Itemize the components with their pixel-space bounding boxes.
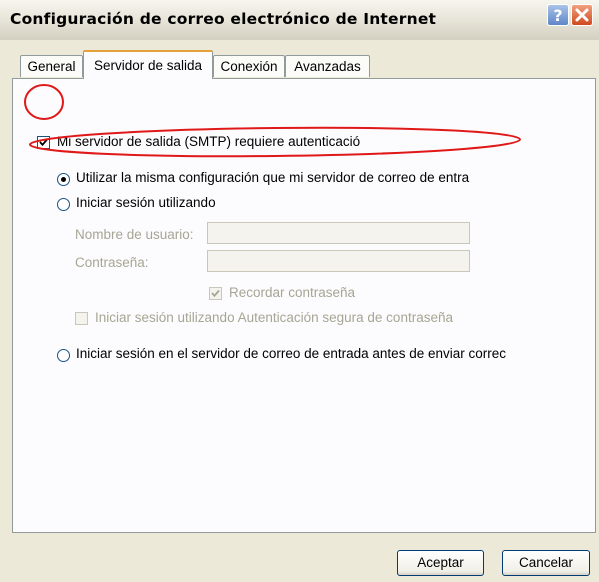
- dialog-body: General Servidor de salida Conexión Avan…: [0, 40, 599, 582]
- requires-auth-checkbox[interactable]: [37, 136, 50, 149]
- password-input[interactable]: [207, 250, 470, 272]
- login-using-radio[interactable]: [57, 198, 70, 211]
- same-settings-label: Utilizar la misma configuración que mi s…: [76, 170, 470, 185]
- remember-password-label: Recordar contraseña: [229, 285, 356, 300]
- svg-text:?: ?: [553, 6, 562, 25]
- tab-advanced[interactable]: Avanzadas: [285, 55, 370, 77]
- same-settings-radio[interactable]: [57, 173, 70, 186]
- tab-panel-outgoing: Mi servidor de salida (SMTP) requiere au…: [12, 78, 596, 533]
- spa-login-label: Iniciar sesión utilizando Autenticación …: [95, 310, 453, 325]
- title-bar: Configuración de correo electrónico de I…: [0, 0, 599, 41]
- username-label: Nombre de usuario:: [75, 227, 194, 242]
- tab-strip: General Servidor de salida Conexión Avan…: [0, 40, 599, 80]
- window-title: Configuración de correo electrónico de I…: [10, 10, 437, 28]
- help-button[interactable]: ?: [547, 4, 569, 26]
- tab-general[interactable]: General: [20, 55, 83, 77]
- login-incoming-first-label: Iniciar sesión en el servidor de correo …: [76, 346, 506, 361]
- cancel-button[interactable]: Cancelar: [502, 550, 590, 576]
- login-incoming-first-radio[interactable]: [57, 349, 70, 362]
- close-button[interactable]: [571, 4, 593, 26]
- help-icon: ?: [553, 6, 562, 25]
- tab-outgoing-server[interactable]: Servidor de salida: [83, 50, 213, 79]
- ok-button[interactable]: Aceptar: [397, 550, 484, 576]
- requires-auth-label: Mi servidor de salida (SMTP) requiere au…: [57, 134, 361, 149]
- login-using-label: Iniciar sesión utilizando: [76, 195, 216, 210]
- radio-selected-dot: [61, 177, 66, 182]
- checkmark-icon: [211, 289, 220, 298]
- spa-login-checkbox[interactable]: [75, 312, 88, 325]
- username-input[interactable]: [207, 222, 470, 244]
- remember-password-checkbox[interactable]: [209, 287, 222, 300]
- close-icon: [575, 8, 589, 22]
- tab-connection[interactable]: Conexión: [213, 55, 285, 77]
- password-label: Contraseña:: [75, 255, 149, 270]
- checkmark-icon: [39, 138, 48, 147]
